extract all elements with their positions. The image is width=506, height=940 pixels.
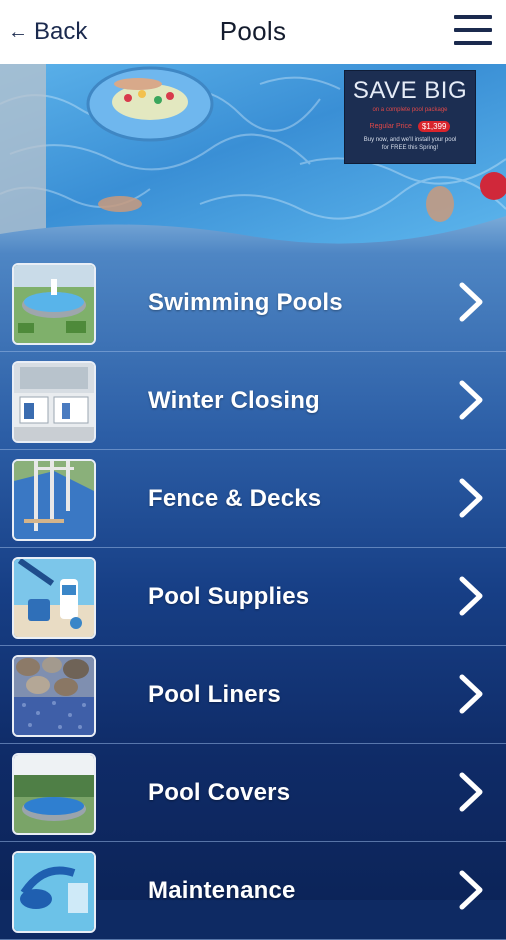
pool-cover-photo	[12, 753, 96, 835]
list-item-winter-closing[interactable]: Winter Closing	[0, 352, 506, 450]
pool-fence-photo	[12, 459, 96, 541]
list-item-pool-covers[interactable]: Pool Covers	[0, 744, 506, 842]
hero-banner[interactable]: SAVE BIG on a complete pool package Regu…	[0, 64, 506, 254]
chevron-right-icon	[459, 674, 483, 714]
promo-price-badge: $1,399	[417, 121, 451, 132]
promo-was-text: Regular Price	[369, 123, 412, 130]
hamburger-menu-icon[interactable]	[454, 15, 492, 45]
chevron-right-icon	[459, 478, 483, 518]
list-item-pool-liners[interactable]: Pool Liners	[0, 646, 506, 744]
pool-supplies-photo	[12, 557, 96, 639]
pool-liner-pattern-photo	[12, 655, 96, 737]
list-item-swimming-pools[interactable]: Swimming Pools	[0, 254, 506, 352]
chevron-right-icon	[459, 576, 483, 616]
list-item-pool-supplies[interactable]: Pool Supplies	[0, 548, 506, 646]
maintenance-photo	[12, 851, 96, 933]
list-item-label: Winter Closing	[148, 387, 320, 414]
list-item-fence-decks[interactable]: Fence & Decks	[0, 450, 506, 548]
promo-subline: on a complete pool package	[372, 107, 448, 113]
chevron-right-icon	[459, 772, 483, 812]
list-item-label: Fence & Decks	[148, 485, 322, 512]
above-ground-pool-photo	[12, 263, 96, 345]
pool-store-photo	[12, 361, 96, 443]
list-item-label: Swimming Pools	[148, 289, 343, 316]
promo-ad[interactable]: SAVE BIG on a complete pool package Regu…	[344, 70, 476, 164]
chevron-right-icon	[459, 870, 483, 910]
list-item-label: Maintenance	[148, 877, 296, 904]
list-item-maintenance[interactable]: Maintenance	[0, 842, 506, 940]
chevron-right-icon	[459, 282, 483, 322]
top-bar: ← Back Pools	[0, 0, 506, 64]
chevron-right-icon	[459, 380, 483, 420]
page-title: Pools	[219, 16, 287, 46]
promo-note-line1: Buy now, and we'll install your pool	[363, 137, 457, 143]
promo-headline: SAVE BIG	[352, 77, 468, 104]
promo-note-line2: for FREE this Spring!	[381, 145, 439, 151]
list-item-label: Pool Covers	[148, 779, 291, 806]
list-item-label: Pool Liners	[148, 681, 281, 708]
list-item-label: Pool Supplies	[148, 583, 310, 610]
category-list: Swimming Pools Winter Closing Fence & De…	[0, 254, 506, 940]
